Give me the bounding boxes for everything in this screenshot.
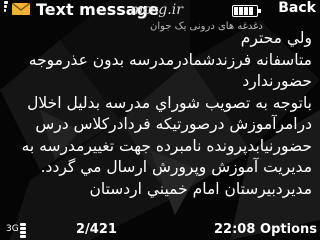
envelope-icon <box>12 3 30 15</box>
message-line: ولي محترم <box>240 29 312 47</box>
message-line: مديريت آموزش وپرورش ارسال مي گردد. <box>40 158 312 176</box>
clock: 22:08 <box>214 222 256 237</box>
back-button[interactable]: Back <box>278 0 316 16</box>
message-line: باتوجه به تصويب شوراي مدرسه بدليل اخلال <box>27 93 312 112</box>
message-line: مديردبيرستان امام خميني اردستان <box>89 179 312 198</box>
message-counter: 2/421 <box>76 222 117 237</box>
battery-icon <box>232 5 261 17</box>
message-line: حضورنيابدپرونده نامبرده جهت تغييرمدرسه ب… <box>21 136 312 155</box>
message-line: درامرآموزش درصورتيكه فردادركلاس درس <box>35 115 312 133</box>
message-line: حضورندارد <box>242 72 312 90</box>
network-type: 3G <box>6 224 19 234</box>
bottom-bar: 3G 2/421 22:08 Options <box>0 218 320 240</box>
options-button[interactable]: Options <box>260 222 317 237</box>
watermark-site: mcsg.ir <box>130 2 183 18</box>
message-line: متاسفانه فرزندشمادرمدرسه بدون عذرموجه <box>28 50 312 69</box>
network-signal-icon <box>20 220 30 238</box>
top-bar: Text message mcsg.ir Back <box>0 0 320 20</box>
message-body[interactable]: ولي محترم متاسفانه فرزندشمادرمدرسه بدون … <box>6 28 312 216</box>
